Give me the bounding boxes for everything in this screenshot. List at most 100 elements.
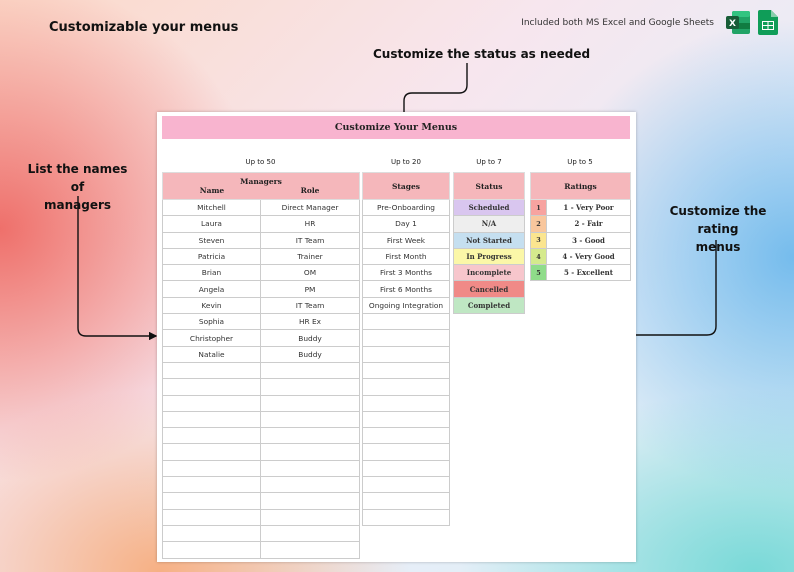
stage-cell[interactable]: Ongoing Integration bbox=[362, 296, 450, 315]
manager-name-cell[interactable] bbox=[162, 394, 261, 412]
stage-cell[interactable] bbox=[362, 476, 450, 494]
manager-name-cell[interactable] bbox=[162, 508, 261, 526]
table-row bbox=[162, 524, 361, 543]
manager-role-cell[interactable]: Trainer bbox=[259, 247, 361, 266]
stage-cell[interactable] bbox=[362, 361, 450, 380]
table-row: Incomplete bbox=[453, 264, 525, 282]
callout-managers-line1: List the names of bbox=[27, 162, 128, 194]
manager-name-cell[interactable]: Sophia bbox=[162, 313, 261, 331]
manager-name-cell[interactable]: Patricia bbox=[162, 247, 261, 266]
managers-arrow bbox=[77, 196, 158, 341]
manager-role-cell[interactable] bbox=[259, 361, 361, 380]
manager-role-cell[interactable] bbox=[259, 443, 361, 461]
manager-role-cell[interactable] bbox=[259, 394, 361, 412]
table-row: 44 - Very Good bbox=[530, 247, 631, 266]
table-row: Mitchell Direct Manager bbox=[162, 198, 361, 217]
table-row bbox=[162, 492, 361, 510]
manager-role-cell[interactable]: Direct Manager bbox=[259, 198, 361, 217]
manager-name-cell[interactable]: Christopher bbox=[162, 329, 261, 347]
table-row bbox=[162, 508, 361, 526]
manager-name-cell[interactable] bbox=[162, 476, 261, 494]
table-row: Angela PM bbox=[162, 280, 361, 298]
status-cell[interactable]: Completed bbox=[453, 296, 525, 315]
status-cell[interactable]: Scheduled bbox=[453, 198, 525, 217]
stage-cell[interactable]: First Month bbox=[362, 247, 450, 266]
manager-role-cell[interactable]: IT Team bbox=[259, 231, 361, 249]
stage-cell[interactable] bbox=[362, 329, 450, 347]
status-cell[interactable]: N/A bbox=[453, 215, 525, 233]
stage-cell[interactable] bbox=[362, 378, 450, 396]
stage-cell[interactable] bbox=[362, 459, 450, 478]
table-row: Natalie Buddy bbox=[162, 345, 361, 363]
stage-cell[interactable] bbox=[362, 394, 450, 412]
manager-role-cell[interactable] bbox=[259, 427, 361, 445]
stage-cell[interactable] bbox=[362, 410, 450, 429]
manager-name-cell[interactable] bbox=[162, 524, 261, 543]
status-header: Status bbox=[453, 172, 525, 200]
table-row: Kevin IT Team bbox=[162, 296, 361, 315]
manager-role-cell[interactable] bbox=[259, 524, 361, 543]
manager-role-cell[interactable]: PM bbox=[259, 280, 361, 298]
manager-name-cell[interactable] bbox=[162, 459, 261, 478]
stage-cell[interactable]: First 3 Months bbox=[362, 264, 450, 282]
stage-cell[interactable] bbox=[362, 443, 450, 461]
manager-role-cell[interactable]: OM bbox=[259, 264, 361, 282]
table-row bbox=[162, 394, 361, 412]
manager-role-cell[interactable] bbox=[259, 378, 361, 396]
manager-name-cell[interactable] bbox=[162, 378, 261, 396]
table-row: First Month bbox=[362, 247, 450, 266]
table-row bbox=[362, 459, 450, 478]
stage-cell[interactable] bbox=[362, 427, 450, 445]
manager-name-cell[interactable] bbox=[162, 427, 261, 445]
callout-managers-line2: managers bbox=[43, 198, 112, 212]
status-cell[interactable]: In Progress bbox=[453, 247, 525, 266]
stage-cell[interactable] bbox=[362, 508, 450, 526]
manager-role-cell[interactable]: Buddy bbox=[259, 329, 361, 347]
manager-name-cell[interactable] bbox=[162, 492, 261, 510]
stage-cell[interactable]: Pre-Onboarding bbox=[362, 198, 450, 217]
rating-label-cell[interactable]: 5 - Excellent bbox=[546, 264, 631, 282]
stage-cell[interactable]: First 6 Months bbox=[362, 280, 450, 298]
rating-label-cell[interactable]: 4 - Very Good bbox=[546, 247, 631, 266]
manager-name-cell[interactable]: Mitchell bbox=[162, 198, 261, 217]
manager-role-cell[interactable] bbox=[259, 410, 361, 429]
manager-role-cell[interactable]: HR bbox=[259, 215, 361, 233]
status-cell[interactable]: Incomplete bbox=[453, 264, 525, 282]
table-row bbox=[362, 378, 450, 396]
rating-label-cell[interactable]: 1 - Very Poor bbox=[546, 198, 631, 217]
manager-name-cell[interactable] bbox=[162, 541, 261, 559]
manager-name-cell[interactable] bbox=[162, 443, 261, 461]
status-cell[interactable]: Not Started bbox=[453, 231, 525, 249]
manager-name-cell[interactable] bbox=[162, 361, 261, 380]
manager-name-cell[interactable]: Steven bbox=[162, 231, 261, 249]
table-row: First Week bbox=[362, 231, 450, 249]
manager-role-cell[interactable] bbox=[259, 541, 361, 559]
stage-cell[interactable] bbox=[362, 492, 450, 510]
status-cell[interactable]: Cancelled bbox=[453, 280, 525, 298]
manager-name-cell[interactable]: Kevin bbox=[162, 296, 261, 315]
manager-role-cell[interactable]: IT Team bbox=[259, 296, 361, 315]
rating-label-cell[interactable]: 2 - Fair bbox=[546, 215, 631, 233]
manager-name-cell[interactable]: Laura bbox=[162, 215, 261, 233]
rating-label-cell[interactable]: 3 - Good bbox=[546, 231, 631, 249]
manager-role-cell[interactable] bbox=[259, 476, 361, 494]
manager-role-cell[interactable]: HR Ex bbox=[259, 313, 361, 331]
table-row: N/A bbox=[453, 215, 525, 233]
manager-role-cell[interactable] bbox=[259, 459, 361, 478]
manager-name-cell[interactable] bbox=[162, 410, 261, 429]
manager-role-cell[interactable] bbox=[259, 492, 361, 510]
manager-role-cell[interactable]: Buddy bbox=[259, 345, 361, 363]
manager-name-cell[interactable]: Natalie bbox=[162, 345, 261, 363]
stage-cell[interactable]: Day 1 bbox=[362, 215, 450, 233]
ratings-limit: Up to 5 bbox=[567, 158, 593, 166]
manager-role-cell[interactable] bbox=[259, 508, 361, 526]
compat-bar: Included both MS Excel and Google Sheets… bbox=[521, 10, 780, 35]
stage-cell[interactable]: First Week bbox=[362, 231, 450, 249]
manager-name-cell[interactable]: Brian bbox=[162, 264, 261, 282]
stage-cell[interactable] bbox=[362, 313, 450, 331]
stage-cell[interactable] bbox=[362, 345, 450, 363]
manager-name-cell[interactable]: Angela bbox=[162, 280, 261, 298]
name-column-header: Name bbox=[199, 186, 225, 195]
ratings-table: Ratings 11 - Very Poor 2 2 - Fair 3 3 - Good… bbox=[530, 172, 631, 282]
table-row bbox=[162, 361, 361, 380]
